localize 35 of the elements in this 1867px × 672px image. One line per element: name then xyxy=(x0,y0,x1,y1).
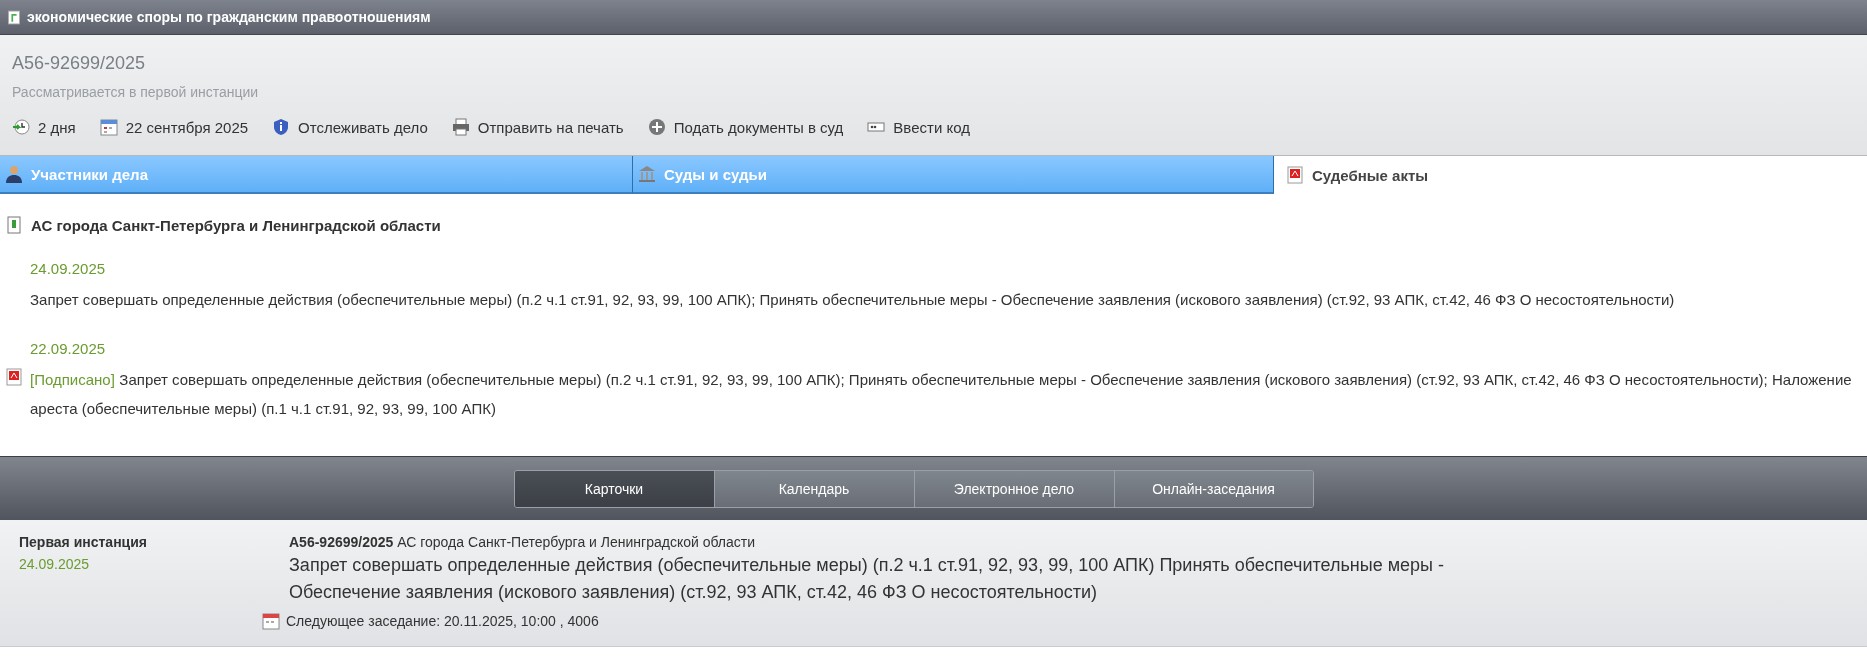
plus-circle-icon xyxy=(647,118,666,136)
act-description[interactable]: Запрет совершать определенные действия (обеспечительные меры) (п.2 ч.1 ст.91, 92, 93, 99, 100 АПК); Принять обеспечительные меры - Обеспечение заявления (искового заявления) (ст.92, 93 АПК, ст.42, 46 ФЗ О несостоятельности) xyxy=(30,285,1685,314)
tab[interactable]: Онлайн-заседания xyxy=(1114,470,1313,507)
category-title: экономические споры по гражданским правоотношениям xyxy=(27,9,431,25)
tab[interactable]: Электронное дело xyxy=(914,470,1115,507)
toolbar-link[interactable]: Ввести код xyxy=(867,118,970,136)
tab[interactable]: Календарь xyxy=(714,470,915,507)
calendar-icon xyxy=(262,612,280,630)
info-shield-icon xyxy=(272,118,291,136)
toolbar-link[interactable]: Отслеживать дело xyxy=(272,118,428,136)
act-date: 22.09.2025 xyxy=(30,340,107,357)
pdf-icon[interactable] xyxy=(5,368,23,386)
toolbar-link[interactable]: Отправить на печать xyxy=(451,118,624,136)
court-name: АС города Санкт-Петербурга и Ленинградской области xyxy=(31,216,441,234)
calendar-icon xyxy=(99,118,118,136)
document-icon xyxy=(5,216,23,234)
toolbar-link[interactable]: Подать документы в суд xyxy=(647,118,844,136)
case-number: А56-92699/2025 xyxy=(12,53,147,74)
document-icon xyxy=(8,9,20,25)
clock-icon xyxy=(12,118,30,136)
case-heading: А56-92699/2025 АС города Санкт-Петербурга и Ленинградской области xyxy=(289,534,757,550)
courthouse-icon xyxy=(638,165,656,183)
case-status: Рассматривается в первой инстанции xyxy=(12,84,260,100)
act-date: 24.09.2025 xyxy=(30,260,107,277)
printer-icon xyxy=(451,118,470,136)
tab[interactable]: Карточки xyxy=(514,470,715,507)
pdf-icon xyxy=(1286,166,1304,184)
instance-date: 24.09.2025 xyxy=(19,556,91,572)
instance-label: Первая инстанция xyxy=(19,534,148,550)
act-description[interactable]: [Подписано] Запрет совершать определенные действия (обеспечительные меры) (п.2 ч.1 ст.91, 92, 93, 99, 100 АПК); Принять обеспечительные меры - Обеспечение заявления (искового заявления) (ст.92, 93 АПК, ст.42, 46 ФЗ О несостоятельности); Наложение ареста (обеспечительные меры) (п.1 ч.1 ст.91, 92, 93, 99, 100 АПК) xyxy=(30,365,1867,423)
toolbar-link[interactable]: 22 сентября 2025 xyxy=(99,118,249,136)
toolbar-link[interactable]: 2 дня xyxy=(12,118,76,136)
case-description: Запрет совершать определенные действия (обеспечительные меры) (п.2 ч.1 ст.91, 92, 93, 99, 100 АПК) Принять обеспечительные меры - Обеспечение заявления (искового заявления) (ст.92, 93 АПК, ст.42, 46 ФЗ О несостоятельности) xyxy=(289,554,1445,604)
person-icon xyxy=(5,165,23,183)
next-session: Следующее заседание: 20.11.2025, 10:00 , 4006 xyxy=(286,613,599,629)
